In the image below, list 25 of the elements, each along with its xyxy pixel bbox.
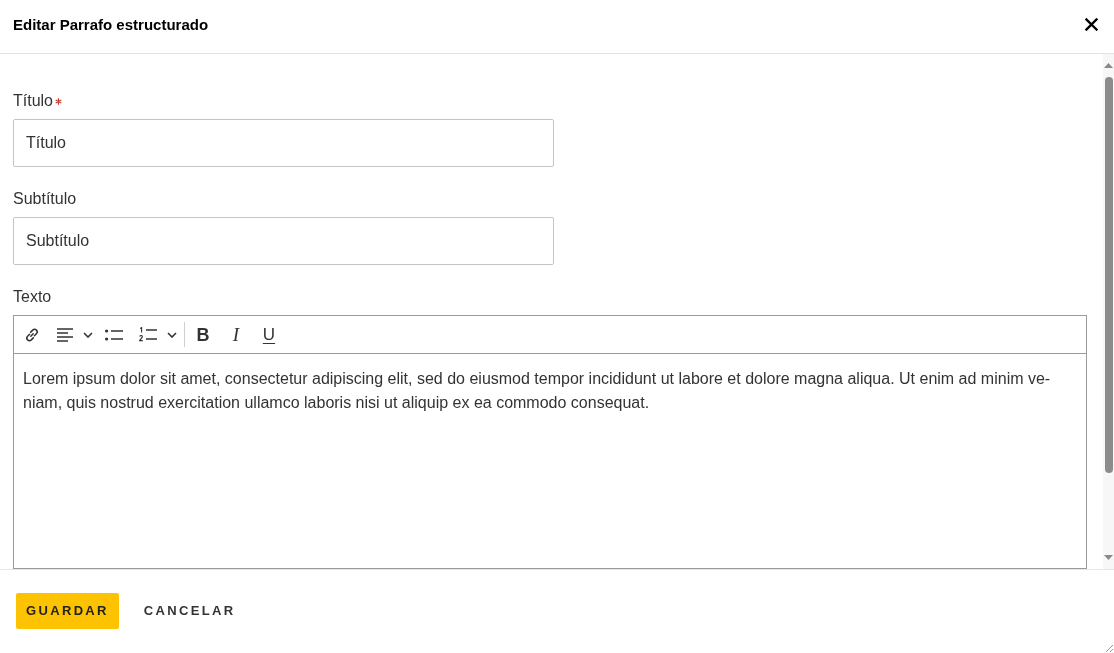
close-icon xyxy=(1084,18,1098,31)
scrollbar-thumb[interactable] xyxy=(1104,77,1113,473)
bulleted-list-icon xyxy=(105,328,123,341)
resize-grip-icon[interactable] xyxy=(1105,644,1113,652)
field-label: Subtítulo xyxy=(13,189,77,209)
text-input[interactable]: Título xyxy=(13,119,554,167)
text-editor-area[interactable]: Lorem ipsum dolor sit amet, consectetur adipiscing elit, sed do eiusmod tempor incididunt ut labore et dolore magna aliqua. Ut enim ad minim ve- niam, quis nostrud exercitation ullamco laboris nisi ut aliquip ex ea commodo consequat. xyxy=(14,354,1086,568)
numbered-list-icon xyxy=(139,327,157,342)
save-button[interactable]: GUARDAR xyxy=(16,593,119,629)
underline-button[interactable]: U xyxy=(251,320,287,349)
italic-button[interactable]: I xyxy=(221,320,251,349)
bold-button[interactable]: B xyxy=(185,320,221,349)
scroll-down-icon[interactable] xyxy=(1104,555,1113,560)
caret-icon xyxy=(167,331,177,338)
field-label: Texto xyxy=(13,287,52,307)
link-icon xyxy=(24,326,40,343)
cancel-button[interactable]: CANCELAR xyxy=(131,593,248,629)
field-label: Título xyxy=(13,91,53,111)
scroll-up-icon[interactable] xyxy=(1104,63,1113,68)
caret-icon xyxy=(83,331,93,338)
vertical-scrollbar[interactable] xyxy=(1103,54,1114,569)
text-input[interactable]: Subtítulo xyxy=(13,217,554,265)
dialog-title: Editar Parrafo estructurado xyxy=(13,14,209,35)
align-left-icon xyxy=(57,327,73,342)
close-button[interactable] xyxy=(1083,16,1099,33)
